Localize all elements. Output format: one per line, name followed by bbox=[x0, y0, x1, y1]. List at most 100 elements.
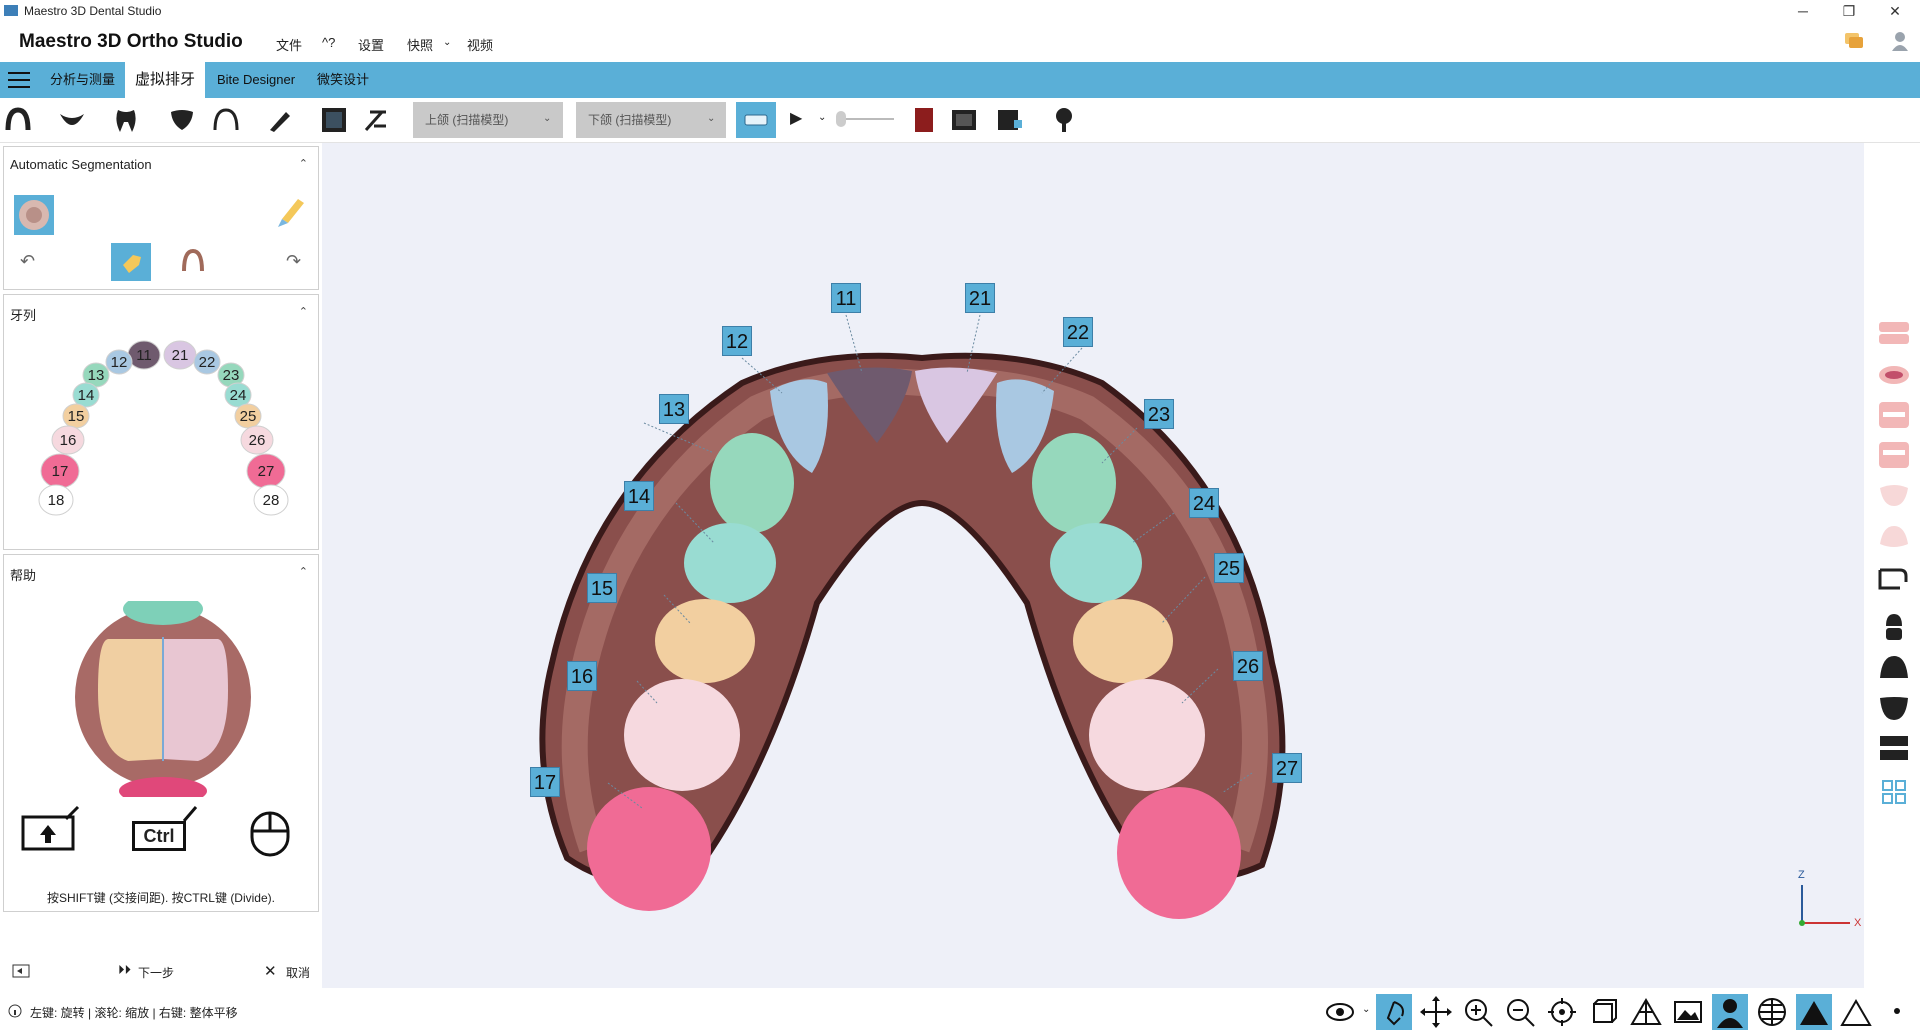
film-icon[interactable] bbox=[950, 106, 978, 134]
tooth-14[interactable] bbox=[684, 523, 776, 603]
chevron-down-icon[interactable]: ⌄ bbox=[818, 112, 826, 123]
pen-icon[interactable] bbox=[266, 106, 294, 134]
both-jaws-view-icon[interactable] bbox=[1877, 318, 1911, 348]
tooth-label-24[interactable]: 24 bbox=[1189, 488, 1219, 518]
zoom-out-icon[interactable] bbox=[1502, 994, 1538, 1030]
patient-view-button[interactable] bbox=[1712, 994, 1748, 1030]
bite-icon[interactable] bbox=[168, 106, 196, 134]
menu-help[interactable]: ^? bbox=[322, 35, 335, 50]
lower-arch-view-icon[interactable] bbox=[1878, 694, 1910, 722]
close-icon[interactable]: ✕ bbox=[264, 962, 277, 980]
tooth-label-13[interactable]: 13 bbox=[659, 394, 689, 424]
close-button[interactable]: ✕ bbox=[1872, 0, 1918, 22]
tab-analysis[interactable]: 分析与测量 bbox=[40, 62, 125, 98]
dentition-tooth-22[interactable]: 22 bbox=[193, 349, 221, 375]
dentition-tooth-15[interactable]: 15 bbox=[62, 403, 90, 429]
tooth-26[interactable] bbox=[1089, 679, 1205, 791]
upper-jaw-view-icon[interactable] bbox=[1877, 400, 1911, 430]
menu-snapshot[interactable]: 快照 bbox=[407, 35, 433, 54]
lower-jaw-view-icon[interactable] bbox=[1877, 440, 1911, 470]
next-icon[interactable]: ⏵⏵ bbox=[118, 962, 131, 978]
tooth-label-22[interactable]: 22 bbox=[1063, 317, 1093, 347]
segment-tool-button[interactable] bbox=[111, 243, 151, 281]
tab-smile-design[interactable]: 微笑设计 bbox=[307, 62, 379, 98]
tooth-15[interactable] bbox=[655, 599, 755, 683]
dentition-tooth-17[interactable]: 17 bbox=[40, 453, 80, 489]
wireframe-icon[interactable] bbox=[1628, 994, 1664, 1030]
tooth-17[interactable] bbox=[587, 787, 711, 911]
tab-virtual-setup[interactable]: 虚拟排牙 bbox=[125, 62, 206, 98]
rotate-tool-button[interactable] bbox=[1376, 994, 1412, 1030]
gum-upper-icon[interactable] bbox=[1877, 482, 1911, 508]
zoom-in-icon[interactable] bbox=[1460, 994, 1496, 1030]
image-icon[interactable] bbox=[1670, 994, 1706, 1030]
hamburger-menu-icon[interactable] bbox=[8, 71, 30, 89]
animation-slider-thumb[interactable] bbox=[836, 111, 846, 127]
tooth-label-15[interactable]: 15 bbox=[587, 573, 617, 603]
solid-view-button[interactable] bbox=[1796, 994, 1832, 1030]
dental-arch-model[interactable] bbox=[322, 143, 1864, 988]
animation-slider-track[interactable] bbox=[838, 118, 894, 120]
dentition-tooth-18[interactable]: 18 bbox=[38, 484, 74, 516]
user-icon[interactable] bbox=[1890, 30, 1910, 52]
menu-video[interactable]: 视频 bbox=[467, 35, 493, 54]
undo-icon[interactable]: ↶ bbox=[20, 251, 35, 272]
tooth-27[interactable] bbox=[1117, 787, 1241, 919]
dentition-tooth-16[interactable]: 16 bbox=[51, 425, 85, 455]
tooth-label-25[interactable]: 25 bbox=[1214, 553, 1244, 583]
grid-box-icon[interactable] bbox=[320, 106, 348, 134]
dentition-tooth-24[interactable]: 24 bbox=[224, 382, 252, 408]
center-view-icon[interactable] bbox=[1544, 994, 1580, 1030]
menu-settings[interactable]: 设置 bbox=[358, 35, 384, 54]
upper-arch-view-icon[interactable] bbox=[1878, 654, 1910, 682]
3d-viewport[interactable]: Z X 11 21 12 22 13 23 14 24 15 25 16 26 … bbox=[322, 143, 1864, 988]
gum-lower-icon[interactable] bbox=[1877, 524, 1911, 550]
tooth-label-16[interactable]: 16 bbox=[567, 661, 597, 691]
bracket-view-icon[interactable] bbox=[1874, 564, 1914, 594]
arch-icon[interactable] bbox=[180, 247, 206, 273]
triangle-outline-icon[interactable] bbox=[1838, 994, 1874, 1030]
ortho-view-icon[interactable] bbox=[1586, 994, 1622, 1030]
occlusion-view-icon[interactable] bbox=[1877, 360, 1911, 390]
cancel-button[interactable]: 取消 bbox=[286, 964, 310, 981]
more-icon[interactable] bbox=[1894, 1008, 1900, 1014]
section-view-button[interactable] bbox=[736, 102, 776, 138]
multi-view-icon[interactable] bbox=[1882, 780, 1906, 804]
tab-bite-designer[interactable]: Bite Designer bbox=[207, 62, 305, 98]
minimize-button[interactable]: ─ bbox=[1780, 0, 1826, 22]
maximize-button[interactable]: ❐ bbox=[1826, 0, 1872, 22]
tooth-label-26[interactable]: 26 bbox=[1233, 651, 1263, 681]
pan-icon[interactable] bbox=[1418, 994, 1454, 1030]
tooth-label-11[interactable]: 11 bbox=[831, 283, 861, 313]
menu-file[interactable]: 文件 bbox=[276, 35, 302, 54]
tooth-icon[interactable] bbox=[112, 106, 140, 134]
dentition-tooth-26[interactable]: 26 bbox=[240, 425, 274, 455]
chevron-down-icon[interactable]: ⌄ bbox=[443, 37, 451, 48]
tooth-23[interactable] bbox=[1032, 433, 1116, 533]
tooth-16[interactable] bbox=[624, 679, 740, 791]
tooth-label-14[interactable]: 14 bbox=[624, 481, 654, 511]
tooth-label-27[interactable]: 27 bbox=[1272, 753, 1302, 783]
tree-icon[interactable] bbox=[1050, 106, 1078, 134]
measure-tool-icon[interactable] bbox=[362, 106, 390, 134]
tooth-13[interactable] bbox=[710, 433, 794, 533]
export-icon[interactable] bbox=[996, 106, 1024, 134]
chevron-down-icon[interactable]: ⌄ bbox=[1362, 1004, 1370, 1015]
bite-view-icon[interactable] bbox=[1878, 734, 1910, 764]
collapse-icon[interactable]: ⌃ bbox=[299, 157, 308, 170]
dentition-tooth-21[interactable]: 21 bbox=[163, 340, 197, 370]
grid-icon[interactable] bbox=[1754, 994, 1790, 1030]
dentition-tooth-27[interactable]: 27 bbox=[246, 453, 286, 489]
tooth-24[interactable] bbox=[1050, 523, 1142, 603]
tooth-label-12[interactable]: 12 bbox=[722, 326, 752, 356]
tooth-label-23[interactable]: 23 bbox=[1144, 399, 1174, 429]
arch-curve-icon[interactable] bbox=[212, 106, 240, 134]
tooth-front-view-icon[interactable] bbox=[1882, 612, 1906, 642]
dentition-tooth-12[interactable]: 12 bbox=[105, 349, 133, 375]
brush-icon[interactable] bbox=[276, 197, 306, 227]
tooth-label-17[interactable]: 17 bbox=[530, 767, 560, 797]
dentition-tooth-14[interactable]: 14 bbox=[72, 382, 100, 408]
arch-icon[interactable] bbox=[4, 106, 32, 134]
tooth-thumbnail-icon[interactable] bbox=[14, 195, 54, 235]
dentition-chart[interactable]: 11 12 13 14 15 16 17 18 21 22 23 24 25 26 27 28 bbox=[4, 295, 320, 551]
